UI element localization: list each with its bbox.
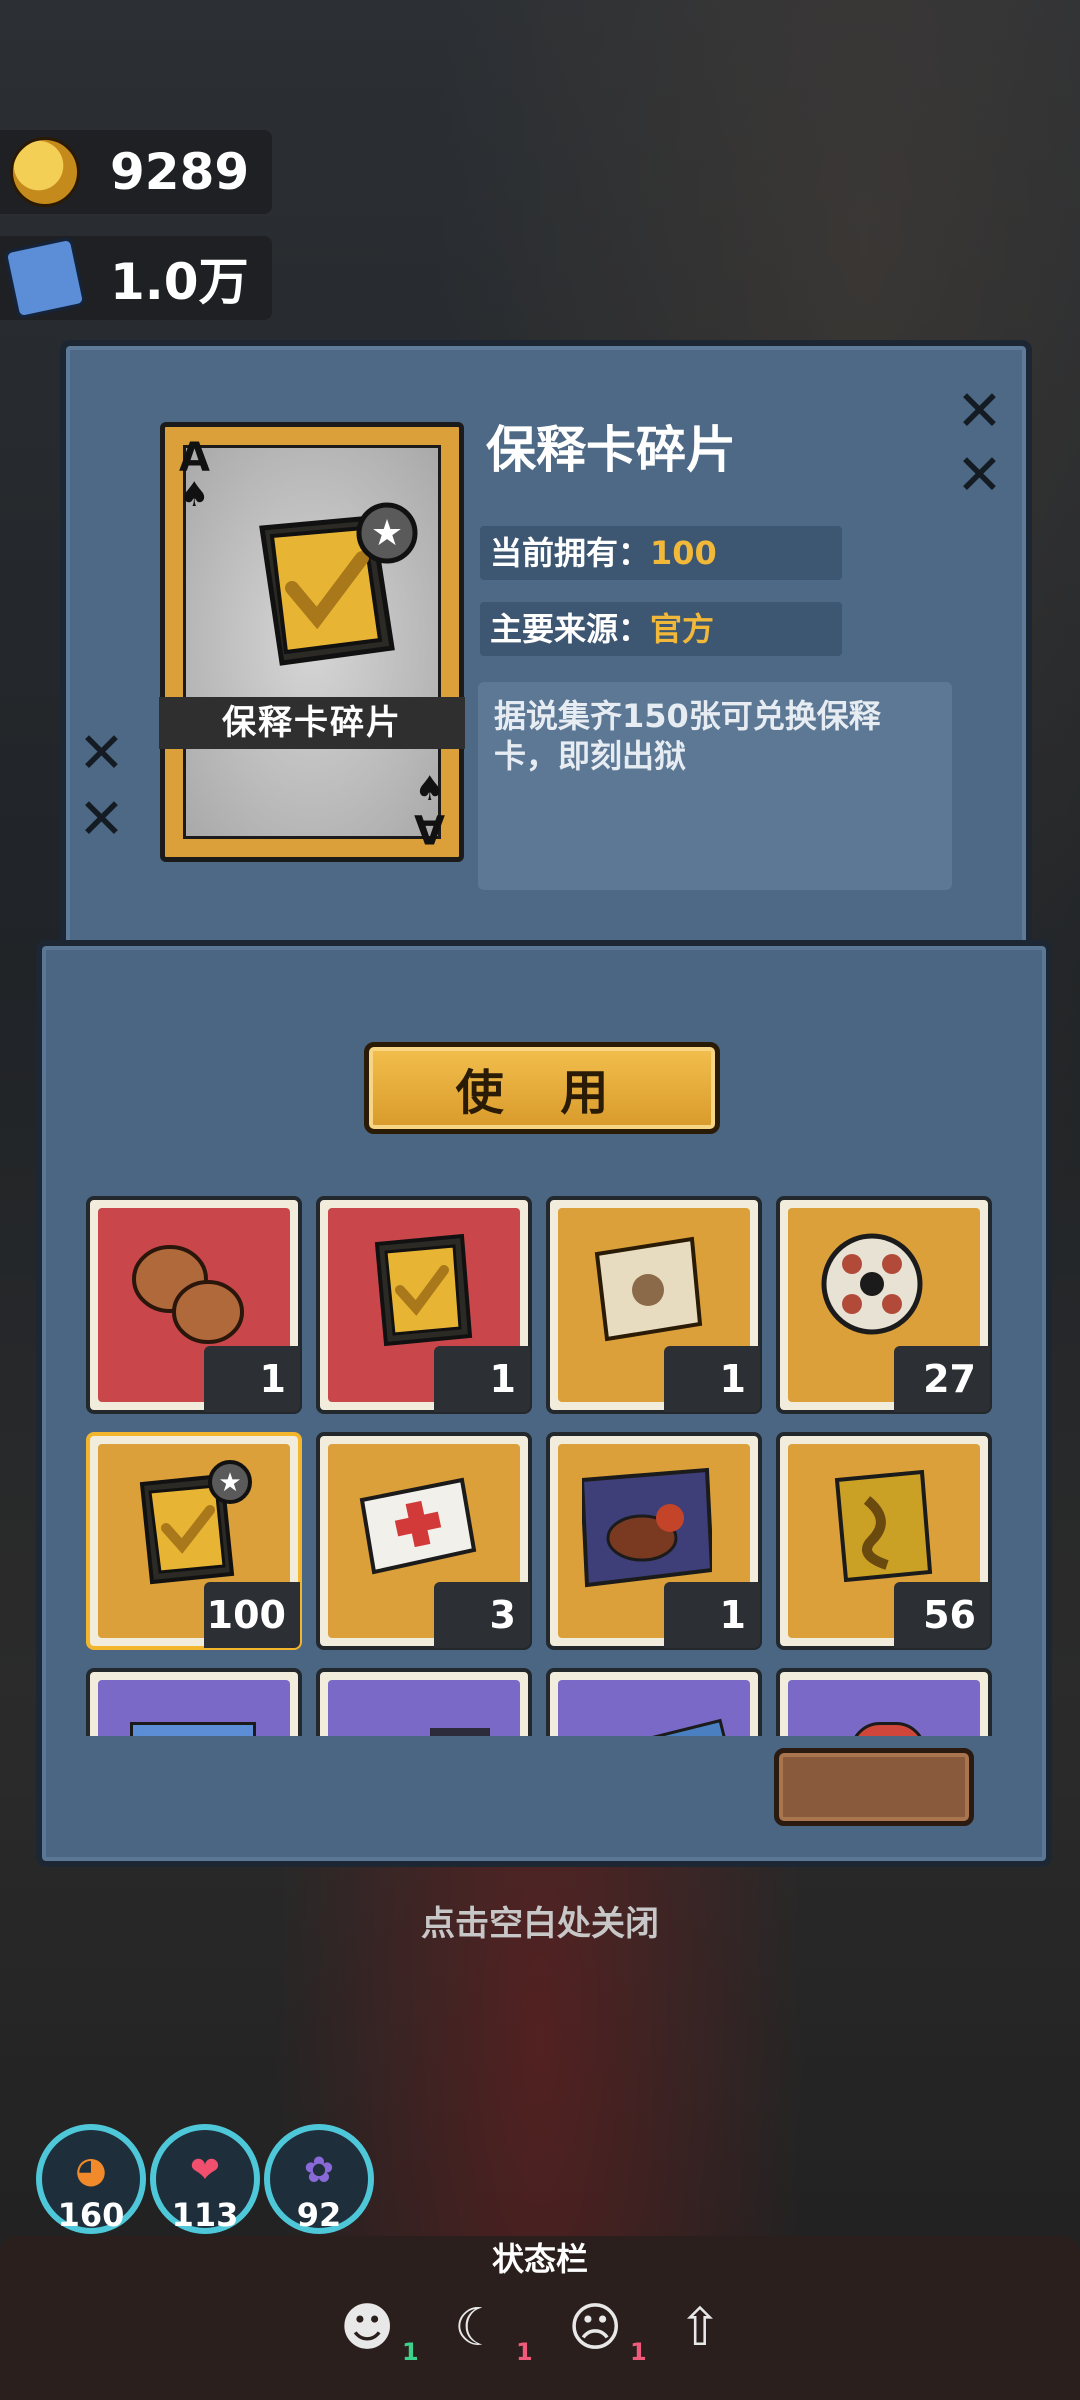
item-count: 3 [434,1582,530,1648]
wooden-plank-button[interactable] [774,1748,974,1826]
svg-text:★: ★ [218,1468,241,1498]
mask-icon: ☹ [568,2298,623,2358]
health-value: 113 [171,2196,239,2234]
health-stat[interactable]: ❤ 113 [150,2124,260,2234]
purple-item-icon [430,1728,490,1736]
inventory-slot-golden-ribbon-card[interactable]: 56 [776,1432,992,1650]
inventory-slot-medical-card[interactable]: 3 [316,1432,532,1650]
inventory-slot-purple-item[interactable] [316,1668,532,1736]
bail-card-icon [374,1233,473,1347]
treasure-map-icon [594,1236,703,1342]
film-reel-icon [821,1233,923,1335]
bail-card-fragment-icon: ★ [139,1460,252,1585]
ticket-amount: 1.0万 [110,253,249,311]
status-bar[interactable]: 状态栏 ☻ 1 ☾ 1 ☹ 1 ⇧ [0,2236,1080,2400]
owned-label: 当前拥有： [490,534,651,572]
status-mood[interactable]: ☻ 1 [330,2288,430,2378]
stitch-mark-icon: ✕ [956,443,1003,508]
stitch-mark-icon: ✕ [78,787,125,852]
item-count: 1 [664,1346,760,1412]
mood-icon: ☻ [340,2298,395,2358]
item-title: 保释卡碎片 [486,421,736,479]
inventory-slot-treasure-map[interactable]: 1 [546,1196,762,1414]
status-mask[interactable]: ☹ 1 [558,2288,658,2378]
item-description: 据说集齐150张可兑换保释卡，即刻出狱 [478,682,952,890]
slot-background [328,1680,520,1736]
status-upgrade[interactable]: ⇧ [668,2288,768,2378]
inventory-slot-blue-card[interactable] [546,1668,762,1736]
inventory-slot-blue-ticket[interactable] [86,1668,302,1736]
item-count: 1 [664,1582,760,1648]
source-row: 主要来源：官方 [480,602,842,656]
inventory-slot-bail-card-fragment[interactable]: ★ 100 [86,1432,302,1650]
status-count: 1 [630,2338,647,2366]
source-value: 官方 [650,610,715,648]
sleep-icon: ☾ [454,2298,501,2358]
svg-text:★: ★ [371,513,403,554]
stitch-mark-icon: ✕ [956,379,1003,444]
gold-currency: 9289 [0,130,272,214]
gold-amount: 9289 [110,143,250,201]
medical-card-icon [359,1477,477,1575]
gold-coin-icon [10,137,80,207]
inventory-slot-film-reel[interactable]: 27 [776,1196,992,1414]
inventory-slot-steak-meal[interactable]: 1 [546,1432,762,1650]
golden-ribbon-card-icon [834,1469,933,1583]
close-hint[interactable]: 点击空白处关闭 [0,1896,1080,1945]
inventory-slot-walnuts[interactable]: 1 [86,1196,302,1414]
brain-icon: ✿ [303,2150,335,2191]
card-rank-bottom: A [414,805,445,851]
hunger-stat[interactable]: ◕ 160 [36,2124,146,2234]
card-suit: ♠ [179,475,210,515]
status-count: 1 [402,2338,419,2366]
card-suit-bottom: ♠ [414,769,445,809]
sanity-stat[interactable]: ✿ 92 [264,2124,374,2234]
hunger-icon: ◕ [75,2150,107,2191]
status-bar-title: 状态栏 [491,2240,588,2278]
inventory-grid: 1 1 1 27 ★ 100 3 1 56 [80,1196,1000,1736]
item-count: 1 [434,1346,530,1412]
item-count: 100 [204,1582,300,1648]
source-label: 主要来源： [490,610,651,648]
status-count: 1 [516,2338,533,2366]
hunger-value: 160 [57,2196,125,2234]
card-face: ★ [183,445,441,839]
item-count: 56 [894,1582,990,1648]
inventory-slot-red-item[interactable] [776,1668,992,1736]
item-count: 27 [894,1346,990,1412]
card-label: 保释卡碎片 [159,697,465,749]
use-button[interactable]: 使 用 [364,1042,720,1134]
item-card: ★ A ♠ ♠ A 保释卡碎片 [159,422,465,862]
sanity-value: 92 [296,2196,342,2234]
owned-value: 100 [650,534,717,572]
blue-ticket-icon [130,1722,256,1736]
upgrade-icon: ⇧ [678,2298,722,2358]
item-count: 1 [204,1346,300,1412]
walnuts-icon [132,1245,244,1344]
owned-row: 当前拥有：100 [480,526,842,580]
inventory-slot-bail-card[interactable]: 1 [316,1196,532,1414]
ticket-icon [3,236,87,320]
status-sleep[interactable]: ☾ 1 [444,2288,544,2378]
steak-meal-icon [582,1467,712,1588]
stitch-mark-icon: ✕ [78,721,125,786]
bail-card-fragment-icon: ★ [259,502,418,666]
heart-icon: ❤ [189,2150,221,2191]
ticket-currency: 1.0万 [0,236,272,320]
